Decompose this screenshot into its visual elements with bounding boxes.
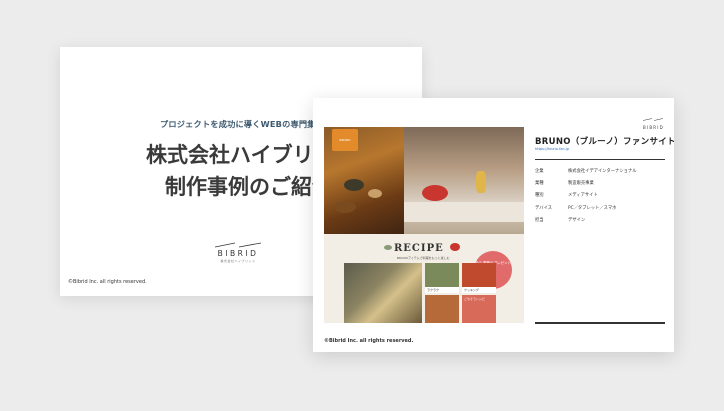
pot-icon xyxy=(450,243,460,251)
recipe-card[interactable]: ラクラク xyxy=(425,263,459,293)
info-value: PC／タブレット／スマホ xyxy=(568,205,617,211)
recipe-card-large[interactable] xyxy=(344,263,422,323)
case-title: BRUNO（ブルーノ）ファンサイト xyxy=(535,137,674,147)
recipe-photo xyxy=(344,263,422,323)
recipe-photo xyxy=(425,263,459,287)
logo-word: BIBRID xyxy=(217,249,259,258)
recipe-card[interactable]: ごちそうレシピ xyxy=(462,295,496,323)
red-pot-image xyxy=(422,185,448,201)
recipe-caption: ラクラク xyxy=(427,288,440,292)
front-slide: BRUNO RECIPE BRUNOアイテムで料理をもっと楽しむ 冬の 季節のプ… xyxy=(313,98,674,352)
info-key: 担当 xyxy=(535,217,544,223)
bottom-divider xyxy=(535,322,665,324)
logo-mark-icon xyxy=(215,242,261,248)
recipe-subheading: BRUNOアイテムで料理をもっと楽しむ xyxy=(397,256,450,260)
bibrid-logo: BIBRID 株式会社ハイブリッド xyxy=(213,242,263,263)
logo-subtext: 株式会社ハイブリッド xyxy=(220,259,256,263)
info-key: 企業 xyxy=(535,169,544,174)
person-image xyxy=(476,171,486,193)
recipe-card[interactable] xyxy=(425,295,459,323)
case-info-table: 企業 株式会社イデアインターナショナル 業種 製造販売事業 種別 メディアサイト… xyxy=(535,168,665,229)
divider xyxy=(535,159,665,160)
bibrid-logo: BIBRID xyxy=(642,106,664,130)
info-row: 企業 株式会社イデアインターナショナル xyxy=(535,168,665,180)
info-value: メディアサイト xyxy=(568,193,598,199)
recipe-photo xyxy=(462,263,496,287)
front-copyright: ©Bibrid Inc. all rights reserved. xyxy=(324,338,414,344)
info-value: 株式会社イデアインターナショナル xyxy=(568,169,637,174)
leaf-icon xyxy=(384,245,392,250)
hero-sign: BRUNO xyxy=(332,129,358,151)
dish-image xyxy=(368,189,382,198)
recipe-photo xyxy=(425,295,459,323)
info-key: 業種 xyxy=(535,181,544,187)
info-row: 担当 デザイン xyxy=(535,217,665,229)
dish-image xyxy=(344,179,364,191)
kitchen-counter xyxy=(404,202,524,222)
recipe-heading: RECIPE xyxy=(394,243,444,254)
logo-word: BIBRID xyxy=(643,125,664,130)
info-key: 種別 xyxy=(535,193,544,199)
back-copyright: ©Bibrid Inc. all rights reserved. xyxy=(68,279,147,285)
info-row: 種別 メディアサイト xyxy=(535,192,665,204)
website-screenshot: BRUNO RECIPE BRUNOアイテムで料理をもっと楽しむ 冬の 季節のプ… xyxy=(324,127,524,323)
case-url-link[interactable]: https://bruno-fan.jp xyxy=(535,147,569,151)
recipe-caption: クッキング xyxy=(464,288,479,292)
info-row: 業種 製造販売事業 xyxy=(535,180,665,192)
dish-image xyxy=(334,201,356,213)
recipe-caption: ごちそうレシピ xyxy=(464,297,486,301)
info-value: デザイン xyxy=(568,217,586,223)
recipe-card[interactable]: クッキング xyxy=(462,263,496,293)
info-value: 製造販売事業 xyxy=(568,181,594,187)
logo-mark-icon xyxy=(642,118,664,121)
info-key: デバイス xyxy=(535,205,553,211)
info-row: デバイス PC／タブレット／スマホ xyxy=(535,205,665,217)
